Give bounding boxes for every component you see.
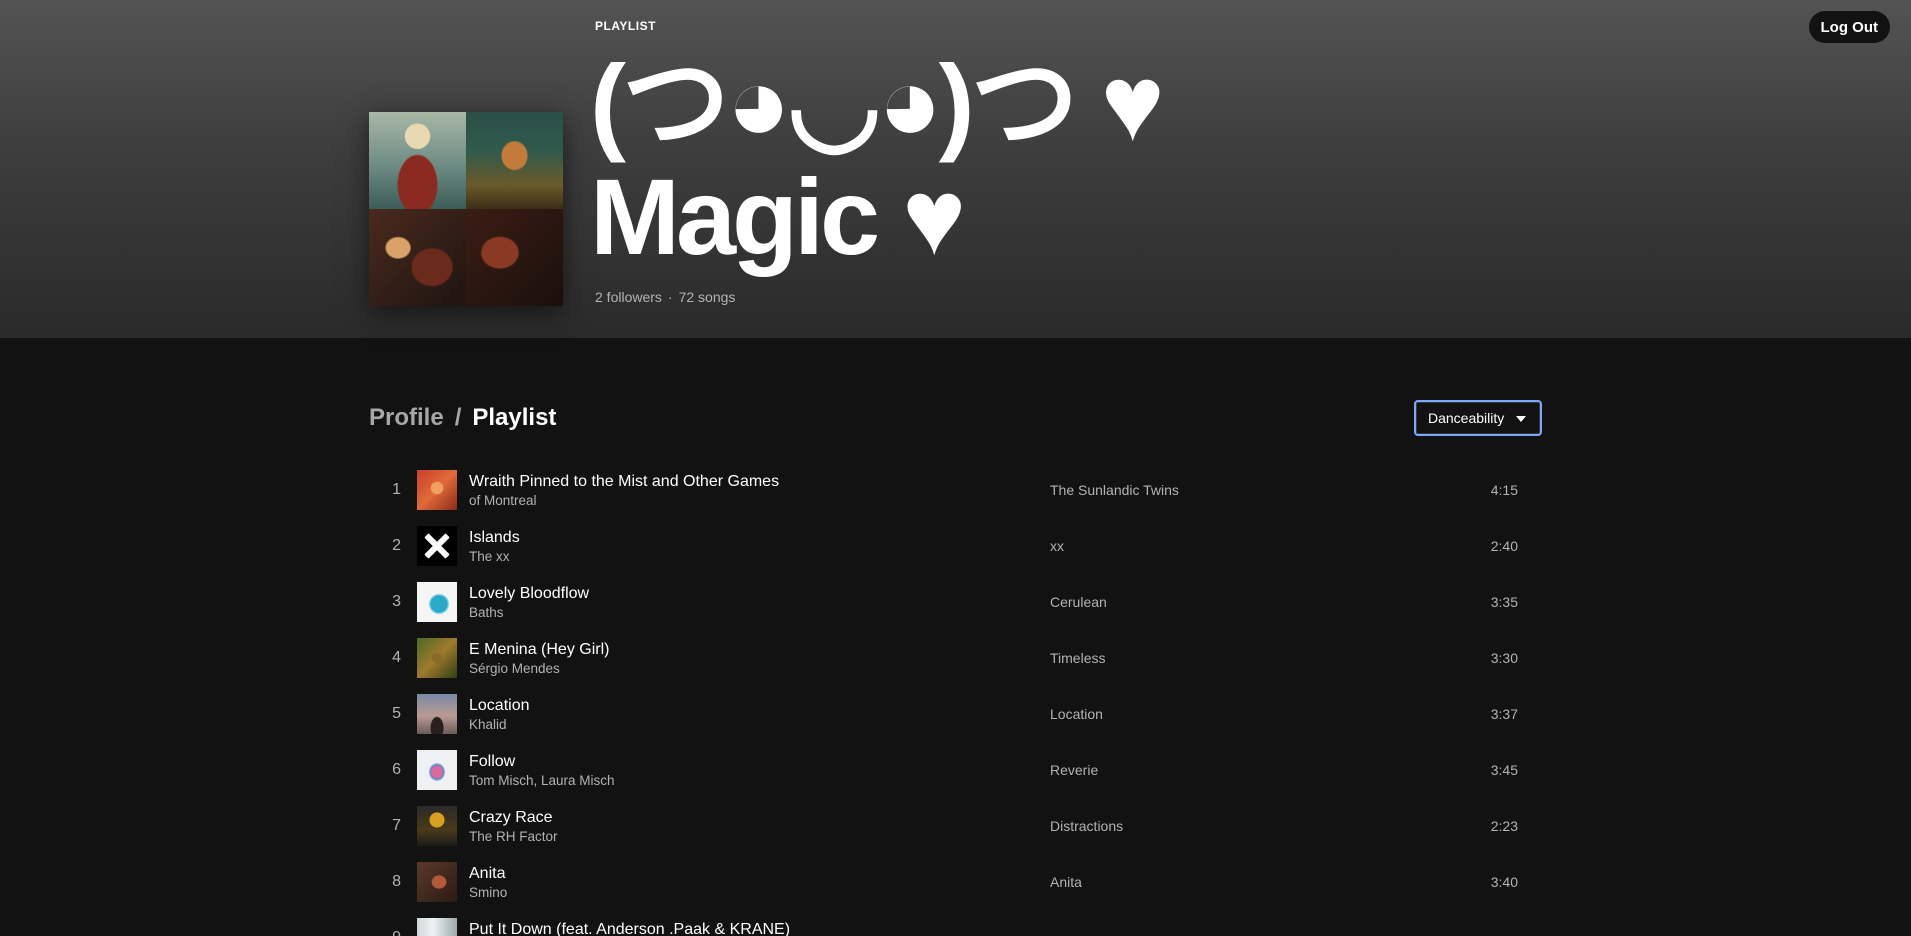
breadcrumb-current: Playlist — [472, 404, 557, 431]
track-album[interactable]: Timeless — [1050, 650, 1106, 666]
track-duration: 4:15 — [1490, 482, 1518, 498]
track-album[interactable]: Anita — [1050, 874, 1082, 890]
track-duration: 3:30 — [1490, 650, 1518, 666]
x-logo-icon — [422, 531, 452, 561]
track-album[interactable]: The Sunlandic Twins — [1050, 482, 1179, 498]
track-duration: 3:40 — [1490, 874, 1518, 890]
track-artist[interactable]: Sérgio Mendes — [469, 661, 560, 676]
track-artist[interactable]: Khalid — [469, 717, 507, 732]
track-list: 1 Wraith Pinned to the Mist and Other Ga… — [369, 463, 1542, 936]
track-row[interactable]: 5 Location Khalid Location 3:37 — [369, 687, 1542, 743]
playlist-title: (つ◕◡◕)つ ♥ Magic ♥ — [590, 42, 1165, 277]
track-title: Anita — [469, 865, 506, 882]
breadcrumb: Profile / Playlist — [369, 404, 556, 432]
track-number: 8 — [392, 873, 401, 890]
track-title: Put It Down (feat. Anderson .Paak & KRAN… — [469, 921, 791, 936]
track-number: 5 — [392, 705, 401, 722]
track-number: 9 — [369, 929, 401, 936]
track-row[interactable]: 6 Follow Tom Misch, Laura Misch Reverie … — [369, 743, 1542, 799]
track-title: Islands — [469, 529, 520, 546]
playlist-stats: 2 followers · 72 songs — [595, 289, 735, 305]
cover-tile-2 — [466, 112, 563, 209]
track-row[interactable]: 4 E Menina (Hey Girl) Sérgio Mendes Time… — [369, 631, 1542, 687]
track-artist[interactable]: The RH Factor — [469, 829, 558, 844]
track-number: 2 — [392, 537, 401, 554]
track-row[interactable]: 2 Islands The xx xx 2:40 — [369, 519, 1542, 575]
track-duration: 3:35 — [1490, 594, 1518, 610]
track-title: Lovely Bloodflow — [469, 585, 590, 602]
track-artist[interactable]: of Montreal — [469, 493, 537, 508]
album-art — [417, 750, 457, 790]
album-art — [417, 470, 457, 510]
caret-down-icon — [1516, 416, 1526, 422]
followers-count: 2 followers — [595, 289, 662, 305]
playlist-cover-collage — [369, 112, 563, 306]
track-row[interactable]: 7 Crazy Race The RH Factor Distractions … — [369, 799, 1542, 855]
album-art — [417, 638, 457, 678]
album-art — [417, 918, 457, 936]
track-number: 4 — [392, 649, 401, 666]
album-art — [417, 862, 457, 902]
sort-selected-value: Danceability — [1428, 410, 1505, 426]
cover-tile-4 — [466, 209, 563, 306]
playlist-header: Log Out PLAYLIST (つ◕◡◕)つ ♥ Magic ♥ 2 fol… — [0, 0, 1911, 338]
track-duration: 3:37 — [1490, 706, 1518, 722]
track-title: Follow — [469, 753, 516, 770]
track-number: 3 — [392, 593, 401, 610]
track-duration: 3:45 — [1490, 762, 1518, 778]
log-out-button[interactable]: Log Out — [1808, 11, 1890, 43]
track-duration: 2:40 — [1490, 538, 1518, 554]
track-title: E Menina (Hey Girl) — [469, 641, 610, 658]
album-art — [417, 806, 457, 846]
track-row[interactable]: 3 Lovely Bloodflow Baths Cerulean 3:35 — [369, 575, 1542, 631]
track-title: Crazy Race — [469, 809, 553, 826]
songs-count: 72 songs — [678, 289, 736, 305]
track-number: 7 — [392, 817, 401, 834]
track-title: Wraith Pinned to the Mist and Other Game… — [469, 473, 780, 490]
sort-dropdown[interactable]: Danceability — [1414, 400, 1542, 436]
playlist-page: Log Out PLAYLIST (つ◕◡◕)つ ♥ Magic ♥ 2 fol… — [0, 0, 1911, 936]
breadcrumb-profile-link[interactable]: Profile — [369, 404, 444, 431]
track-row[interactable]: 1 Wraith Pinned to the Mist and Other Ga… — [369, 463, 1542, 519]
track-album[interactable]: Reverie — [1050, 762, 1098, 778]
track-artist[interactable]: The xx — [469, 549, 510, 564]
breadcrumb-separator: / — [454, 404, 462, 431]
track-album[interactable]: Distractions — [1050, 818, 1123, 834]
playlist-kicker: PLAYLIST — [595, 19, 656, 33]
track-duration: 2:23 — [1490, 818, 1518, 834]
track-number: 6 — [392, 761, 401, 778]
cover-tile-3 — [369, 209, 466, 306]
track-artist[interactable]: Baths — [469, 605, 504, 620]
track-row[interactable]: 8 Anita Smino Anita 3:40 — [369, 855, 1542, 911]
cover-tile-1 — [369, 112, 466, 209]
album-art — [417, 582, 457, 622]
track-album[interactable]: Cerulean — [1050, 594, 1107, 610]
track-album[interactable]: xx — [1050, 538, 1064, 554]
track-album[interactable]: Location — [1050, 706, 1103, 722]
track-row[interactable]: 9 Put It Down (feat. Anderson .Paak & KR… — [369, 911, 1542, 936]
track-artist[interactable]: Smino — [469, 885, 507, 900]
stats-separator: · — [667, 289, 673, 305]
track-artist[interactable]: Tom Misch, Laura Misch — [469, 773, 615, 788]
album-art — [417, 526, 457, 566]
track-number: 1 — [392, 481, 401, 498]
album-art — [417, 694, 457, 734]
track-title: Location — [469, 697, 530, 714]
